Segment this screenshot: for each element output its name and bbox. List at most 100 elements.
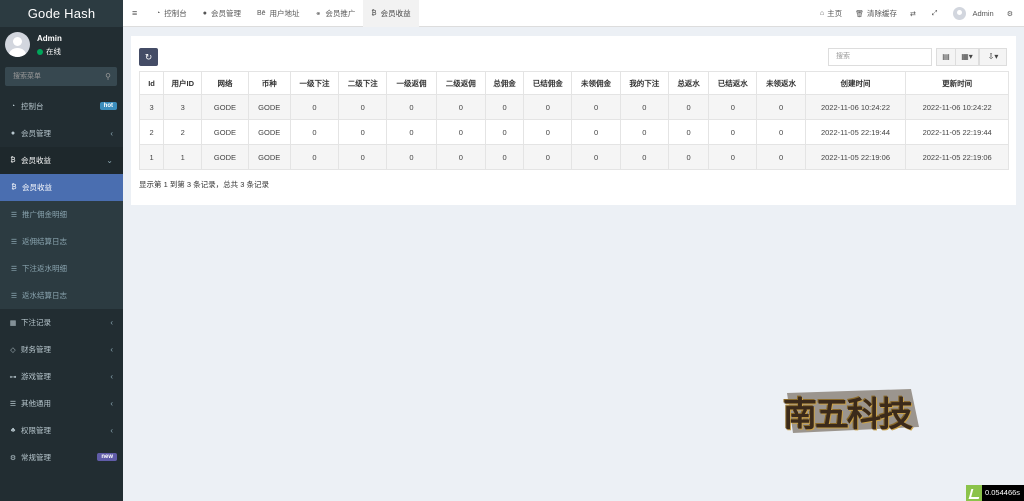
user-circle-icon: ● <box>10 130 16 137</box>
topbar-right: ⌂ 主页 🗑 清除缓存 ⇄ ⤢ Admin ⚙ <box>807 0 1016 27</box>
table-cell: 0 <box>338 119 388 145</box>
sidebar-item-permissions[interactable]: ♣ 权限管理 ‹ <box>0 417 123 444</box>
export-icon: ⇩▾ <box>987 52 999 61</box>
column-header[interactable]: 一级下注 <box>289 71 340 95</box>
settings-button[interactable]: ⚙ <box>1007 10 1016 18</box>
table-cell: 2 <box>163 119 203 145</box>
column-header[interactable]: 创建时间 <box>804 71 907 95</box>
topbar: ≡ ◔ 控制台 ● 会员管理 Bē 用户地址 ⚭ 会员推广 ₿ 会员收益 ⌂ 主… <box>123 0 1024 27</box>
column-header[interactable]: 总返水 <box>667 71 710 95</box>
table-cell: 0 <box>571 119 621 145</box>
column-header[interactable]: 总佣金 <box>484 71 525 95</box>
user-menu-name: Admin <box>972 9 994 18</box>
tab-dashboard[interactable]: ◔ 控制台 <box>148 0 195 27</box>
sidebar-item-member-earnings[interactable]: ₿ 会员收益 ⌄ <box>0 147 123 174</box>
list-icon: ☰ <box>9 400 17 408</box>
refresh-icon: ↻ <box>144 52 153 62</box>
table-cell: 0 <box>571 94 621 120</box>
column-header[interactable]: 二级返佣 <box>435 71 486 95</box>
column-header[interactable]: 我的下注 <box>619 71 669 95</box>
sidebar-item-label: 权限管理 <box>21 426 51 435</box>
user-menu[interactable]: Admin <box>953 7 994 20</box>
chevron-left-icon: ‹ <box>110 318 113 327</box>
sidebar-item-game-management[interactable]: ⊶ 游戏管理 ‹ <box>0 363 123 390</box>
column-header[interactable]: 未领返水 <box>756 71 806 95</box>
home-link[interactable]: ⌂ 主页 <box>820 8 842 19</box>
column-header[interactable]: 未领佣金 <box>571 71 621 95</box>
refresh-button[interactable]: ↻ <box>139 48 158 66</box>
table-search-input[interactable]: 搜索 <box>828 48 932 66</box>
export-dropdown-button[interactable]: ⇩▾ <box>979 48 1007 66</box>
user-status-text: 在线 <box>46 47 61 56</box>
column-header[interactable]: 已结佣金 <box>523 71 573 95</box>
sidebar-subitem-rebate-log[interactable]: ☰ 返水结算日志 <box>0 282 123 309</box>
table-cell: 0 <box>386 119 437 145</box>
sidebar-item-label: 财务管理 <box>21 345 51 354</box>
table-row[interactable]: 2 2 GODE GODE 0 0 0 0 0 0 0 0 0 0 0 2022… <box>138 119 1009 145</box>
home-label: 主页 <box>827 9 843 18</box>
menu-search-input[interactable]: 搜索菜单 ⚲ <box>5 67 117 86</box>
sidebar-toggle-icon[interactable]: ≡ <box>132 8 137 18</box>
dashboard-icon: ◔ <box>156 10 161 17</box>
sidebar-item-general[interactable]: ⚙ 常规管理 new <box>0 444 123 471</box>
table-cell: GODE <box>247 94 291 120</box>
sidebar-subitem-member-earnings[interactable]: ₿ 会员收益 <box>0 174 123 201</box>
sidebar-item-bet-records[interactable]: ▦ 下注记录 ‹ <box>0 309 123 336</box>
table-cell: 0 <box>756 119 806 145</box>
avatar <box>953 7 967 20</box>
table-cell: 0 <box>667 94 710 120</box>
sidebar-item-label: 下注记录 <box>21 318 51 327</box>
table-cell: 0 <box>484 144 525 170</box>
sidebar-item-member-management[interactable]: ● 会员管理 ‹ <box>0 120 123 147</box>
chevron-down-icon: ⌄ <box>106 156 113 165</box>
table-row[interactable]: 1 1 GODE GODE 0 0 0 0 0 0 0 0 0 0 0 2022… <box>138 144 1009 170</box>
language-button[interactable]: ⇄ <box>910 10 919 18</box>
sidebar-item-finance[interactable]: ◇ 财务管理 ‹ <box>0 336 123 363</box>
column-header[interactable]: 一级返佣 <box>386 71 437 95</box>
sidebar-subitem-commission-log[interactable]: ☰ 返佣结算日志 <box>0 228 123 255</box>
table-cell: 0 <box>619 94 669 120</box>
clear-cache-button[interactable]: 🗑 清除缓存 <box>855 8 897 19</box>
list-icon: ☰ <box>10 238 18 246</box>
sidebar-item-label: 会员管理 <box>21 129 51 138</box>
table-cell: 0 <box>484 119 525 145</box>
calendar-icon: ▦ <box>9 319 17 327</box>
column-header[interactable]: 网络 <box>201 71 249 95</box>
column-header[interactable]: 用户ID <box>163 71 203 95</box>
table-cell: 0 <box>619 119 669 145</box>
chevron-left-icon: ‹ <box>110 426 113 435</box>
user-avatar <box>5 32 30 57</box>
sidebar-item-other[interactable]: ☰ 其他通用 ‹ <box>0 390 123 417</box>
app-logo[interactable]: Gode Hash <box>0 0 123 27</box>
table-cell: 0 <box>435 144 486 170</box>
tab-member-earnings[interactable]: ₿ 会员收益 <box>363 0 419 27</box>
toggle-view-button[interactable]: ▤ <box>936 48 956 66</box>
columns-dropdown-button[interactable]: ▦▾ <box>955 48 979 66</box>
sidebar-item-label: 其他通用 <box>21 399 51 408</box>
column-header[interactable]: 已结返水 <box>708 71 758 95</box>
menu-search-placeholder: 搜索菜单 <box>13 73 41 80</box>
column-header[interactable]: 币种 <box>247 71 291 95</box>
sidebar-subitem-rebate-details[interactable]: ☰ 下注返水明细 <box>0 255 123 282</box>
grid-icon: ▦▾ <box>961 52 973 61</box>
content-panel: ↻ 搜索 ▤ ▦▾ ⇩▾ Id 用户ID 网络 币种 一级下注 二级下注 一级返… <box>131 36 1016 205</box>
sidebar-item-dashboard[interactable]: ◔ 控制台 hot <box>0 93 123 120</box>
search-icon[interactable]: ⚲ <box>105 67 111 86</box>
tab-label: 会员推广 <box>325 9 356 18</box>
sidebar-item-label: 下注返水明细 <box>22 264 67 273</box>
tab-member-management[interactable]: ● 会员管理 <box>195 0 249 27</box>
column-header[interactable]: 二级下注 <box>338 71 388 95</box>
column-header[interactable]: Id <box>138 71 165 95</box>
table-row[interactable]: 3 3 GODE GODE 0 0 0 0 0 0 0 0 0 0 0 2022… <box>138 94 1009 120</box>
table-cell: 0 <box>708 144 758 170</box>
tab-member-promotion[interactable]: ⚭ 会员推广 <box>308 0 364 27</box>
table-cell: 2022-11-05 22:19:06 <box>804 144 907 170</box>
tab-user-address[interactable]: Bē 用户地址 <box>249 0 308 27</box>
list-icon: ☰ <box>10 292 18 300</box>
sidebar-subitem-commission-details[interactable]: ☰ 推广佣金明细 <box>0 201 123 228</box>
column-header[interactable]: 更新时间 <box>905 71 1009 95</box>
page-timer: 0.054466s <box>966 485 1024 501</box>
table-cell: 0 <box>484 94 525 120</box>
timer-value: 0.054466s <box>985 488 1021 497</box>
fullscreen-button[interactable]: ⤢ <box>932 10 941 18</box>
